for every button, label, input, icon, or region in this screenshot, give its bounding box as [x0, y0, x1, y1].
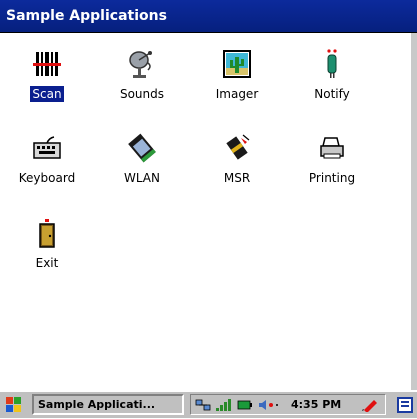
app-keyboard[interactable]: Keyboard	[2, 130, 92, 198]
app-exit[interactable]: Exit	[2, 215, 92, 283]
keyboard-icon	[33, 136, 61, 159]
app-scan[interactable]: Scan	[2, 46, 92, 114]
app-label: Scan	[30, 86, 64, 102]
printer-icon	[320, 137, 344, 159]
window-title-bar: Sample Applications	[0, 0, 417, 33]
taskbar: Sample Applicati... 4:35 PM	[0, 390, 417, 418]
start-button[interactable]	[2, 395, 26, 415]
app-label: Notify	[314, 87, 350, 101]
taskbar-app-label: Sample Applicati...	[38, 398, 156, 411]
battery-icon[interactable]	[237, 398, 253, 412]
app-label: WLAN	[123, 171, 160, 185]
app-imager[interactable]: Imager	[192, 46, 282, 114]
app-sounds[interactable]: Sounds	[97, 46, 187, 114]
system-tray: 4:35 PM	[190, 394, 386, 415]
window-title: Sample Applications	[6, 8, 167, 24]
app-label: MSR	[223, 171, 251, 185]
app-label: Sounds	[119, 87, 165, 101]
app-msr[interactable]: MSR	[192, 130, 282, 198]
cactus-picture-icon	[223, 50, 251, 78]
network-icon[interactable]	[195, 398, 211, 412]
app-label: Exit	[35, 256, 59, 270]
taskbar-clock[interactable]: 4:35 PM	[291, 398, 341, 411]
windows-flag-icon	[6, 397, 21, 412]
app-label: Keyboard	[18, 171, 76, 185]
app-label: Printing	[308, 171, 356, 185]
app-printing[interactable]: Printing	[287, 130, 377, 198]
wlan-card-icon	[128, 133, 156, 163]
input-panel-button[interactable]	[396, 396, 414, 418]
taskbar-app-button[interactable]: Sample Applicati...	[32, 394, 184, 415]
exit-door-icon	[39, 219, 55, 248]
app-label: Imager	[215, 87, 259, 101]
satellite-dish-icon	[129, 51, 152, 78]
app-notify[interactable]: Notify	[287, 46, 377, 114]
app-wlan[interactable]: WLAN	[97, 130, 187, 198]
volume-icon[interactable]	[257, 398, 281, 412]
barcode-scanner-icon	[33, 52, 61, 76]
notification-led-icon	[327, 49, 337, 78]
magnetic-stripe-reader-icon	[226, 134, 250, 160]
app-launcher-panel: Scan Sounds Imager Notify Keyboard WLAN …	[0, 33, 417, 390]
input-panel-icon	[397, 397, 413, 413]
pen-icon[interactable]	[361, 398, 379, 412]
signal-strength-icon[interactable]	[215, 398, 233, 412]
